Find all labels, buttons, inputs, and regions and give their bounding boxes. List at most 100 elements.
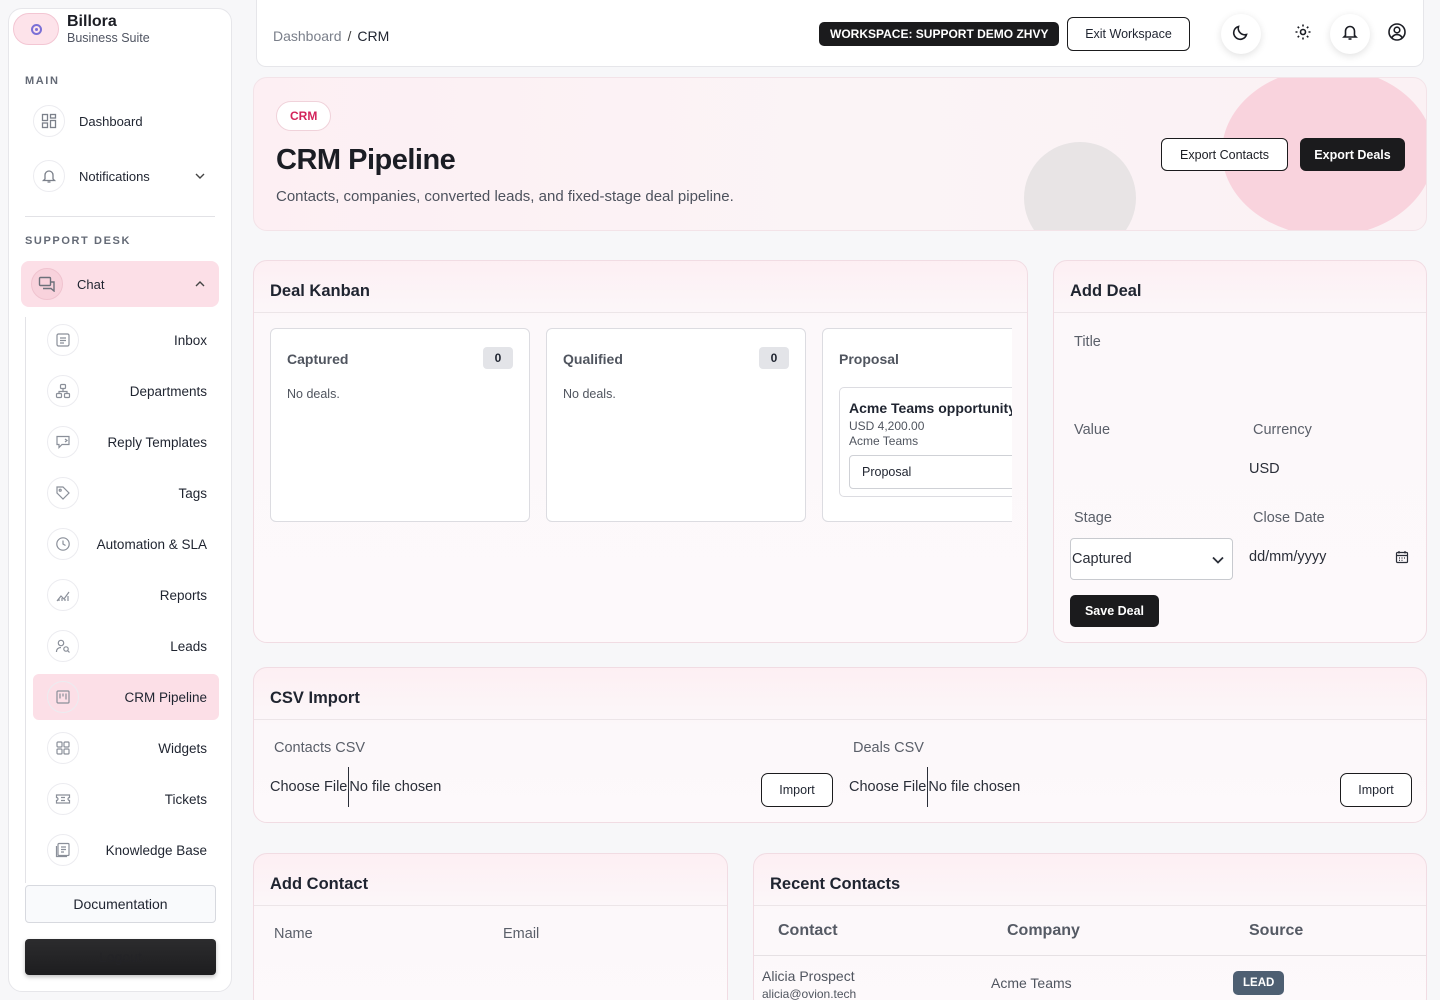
sidebar-item-label: Automation & SLA: [96, 536, 207, 552]
sidebar-item-crm-pipeline[interactable]: CRM Pipeline: [33, 674, 219, 720]
value-label: Value: [1074, 422, 1111, 438]
chat-icon: [31, 268, 63, 300]
sidebar-item-label: Knowledge Base: [105, 842, 207, 858]
file-status: No file chosen: [349, 779, 442, 795]
empty-state-text: No deals.: [563, 387, 616, 401]
deals-csv-label: Deals CSV: [853, 740, 924, 756]
contact-email: alicia@ovion.tech: [762, 987, 857, 1000]
sidebar-item-knowledge-base[interactable]: Knowledge Base: [33, 827, 219, 873]
column-title: Qualified: [563, 351, 623, 367]
breadcrumb-dashboard[interactable]: Dashboard: [273, 28, 342, 44]
file-status: No file chosen: [928, 779, 1021, 795]
column-title: Proposal: [839, 351, 899, 367]
chevron-down-icon[interactable]: [195, 171, 205, 182]
card-title: Recent Contacts: [770, 875, 901, 893]
sidebar-item-widgets[interactable]: Widgets: [33, 725, 219, 771]
page-header: CRM CRM Pipeline Contacts, companies, co…: [253, 77, 1427, 231]
kanban-column-captured: Captured 0 No deals.: [270, 328, 530, 522]
brand[interactable]: Billora Business Suite: [13, 13, 150, 46]
notifications-button[interactable]: [1330, 14, 1370, 54]
sidebar-item-label: Reply Templates: [107, 434, 207, 450]
sidebar-item-notifications[interactable]: Notifications: [23, 153, 219, 199]
deal-title: Acme Teams opportunity: [849, 400, 1012, 416]
bell-icon: [1341, 23, 1359, 46]
sidebar-item-automation-sla[interactable]: Automation & SLA: [33, 521, 219, 567]
choose-file-button[interactable]: Choose File: [270, 779, 347, 795]
csv-import-card: CSV Import Contacts CSV Choose File No fi…: [253, 667, 1427, 823]
breadcrumb-current: CRM: [357, 28, 390, 44]
user-circle-icon: [1387, 22, 1407, 47]
column-count-badge: 0: [759, 347, 789, 369]
tag-icon: [47, 477, 79, 509]
sidebar-item-label: Inbox: [173, 332, 207, 348]
contacts-file-input[interactable]: Choose File No file chosen: [270, 767, 441, 807]
sidebar-item-label: Tickets: [164, 791, 207, 807]
card-divider: [1054, 312, 1426, 313]
card-divider: [254, 719, 1426, 720]
top-bar: Dashboard / CRM WORKSPACE: SUPPORT DEMO ZH…: [256, 0, 1424, 67]
source-badge: LEAD: [1233, 971, 1285, 995]
page-subtitle: Contacts, companies, converted leads, an…: [276, 188, 734, 205]
sidebar-item-label: Widgets: [158, 740, 207, 756]
documentation-button[interactable]: Documentation: [25, 885, 216, 923]
contact-company: Acme Teams: [991, 975, 1072, 991]
brand-logo-icon: [13, 13, 59, 46]
chevron-up-icon[interactable]: [195, 279, 205, 290]
email-label: Email: [503, 926, 540, 942]
column-title: Captured: [287, 351, 349, 367]
deal-stage-select[interactable]: Proposal: [849, 455, 1012, 489]
section-label-main: MAIN: [25, 75, 60, 87]
calendar-icon[interactable]: [1395, 550, 1409, 569]
exit-workspace-button[interactable]: Exit Workspace: [1067, 17, 1190, 51]
deal-value: USD 4,200.00: [849, 419, 925, 433]
reply-templates-icon: [47, 426, 79, 458]
profile-button[interactable]: [1377, 14, 1417, 54]
sidebar-item-reports[interactable]: Reports: [33, 572, 219, 618]
sidebar-item-label: Tags: [178, 485, 207, 501]
sidebar-item-tickets[interactable]: Tickets: [33, 776, 219, 822]
value-input[interactable]: [1070, 446, 1230, 480]
dashboard-icon: [33, 105, 65, 137]
section-label-support-desk: SUPPORT DESK: [25, 235, 131, 247]
column-header-company[interactable]: Company: [1007, 922, 1080, 940]
column-header-source[interactable]: Source: [1249, 922, 1303, 940]
ticket-icon: [47, 783, 79, 815]
sidebar-item-tags[interactable]: Tags: [33, 470, 219, 516]
deal-company: Acme Teams: [849, 434, 919, 448]
title-input[interactable]: [1070, 356, 1410, 390]
logout-button[interactable]: Logout: [25, 939, 216, 975]
sidebar-item-dashboard[interactable]: Dashboard: [23, 98, 219, 144]
theme-toggle-button[interactable]: [1221, 14, 1261, 54]
settings-button[interactable]: [1283, 14, 1323, 54]
sidebar-item-label: Reports: [159, 587, 207, 603]
sidebar-item-label: Dashboard: [79, 113, 143, 129]
sidebar-item-inbox[interactable]: Inbox: [33, 317, 219, 363]
export-deals-button[interactable]: Export Deals: [1300, 138, 1405, 171]
sidebar-item-leads[interactable]: Leads: [33, 623, 219, 669]
card-divider: [254, 905, 727, 906]
column-header-contact[interactable]: Contact: [778, 922, 838, 940]
page-title: CRM Pipeline: [276, 144, 456, 176]
sidebar-item-chat[interactable]: Chat: [21, 261, 219, 307]
export-contacts-button[interactable]: Export Contacts: [1161, 138, 1288, 171]
gear-icon: [1294, 23, 1312, 46]
sidebar-item-label: Leads: [170, 638, 207, 654]
import-contacts-button[interactable]: Import: [761, 773, 833, 807]
import-deals-button[interactable]: Import: [1340, 773, 1412, 807]
decorative-blob: [1024, 142, 1136, 230]
sidebar-item-departments[interactable]: Departments: [33, 368, 219, 414]
deal-card[interactable]: Acme Teams opportunity USD 4,200.00 Acme…: [839, 387, 1012, 497]
sidebar-item-reply-templates[interactable]: Reply Templates: [33, 419, 219, 465]
leads-icon: [47, 630, 79, 662]
save-deal-button[interactable]: Save Deal: [1070, 595, 1159, 627]
add-contact-card: Add Contact Name Email: [253, 853, 728, 1000]
sidebar: Billora Business Suite MAIN Dashboard No…: [8, 8, 232, 992]
deals-file-input[interactable]: Choose File No file chosen: [849, 767, 1020, 807]
choose-file-button[interactable]: Choose File: [849, 779, 926, 795]
currency-input[interactable]: USD: [1249, 461, 1280, 477]
close-date-input[interactable]: dd/mm/yyyy: [1249, 538, 1412, 580]
stage-select-value: Captured: [1072, 551, 1132, 567]
submenu-line: [25, 317, 26, 883]
section-chip: CRM: [276, 101, 332, 131]
stage-select[interactable]: Captured: [1070, 538, 1233, 580]
